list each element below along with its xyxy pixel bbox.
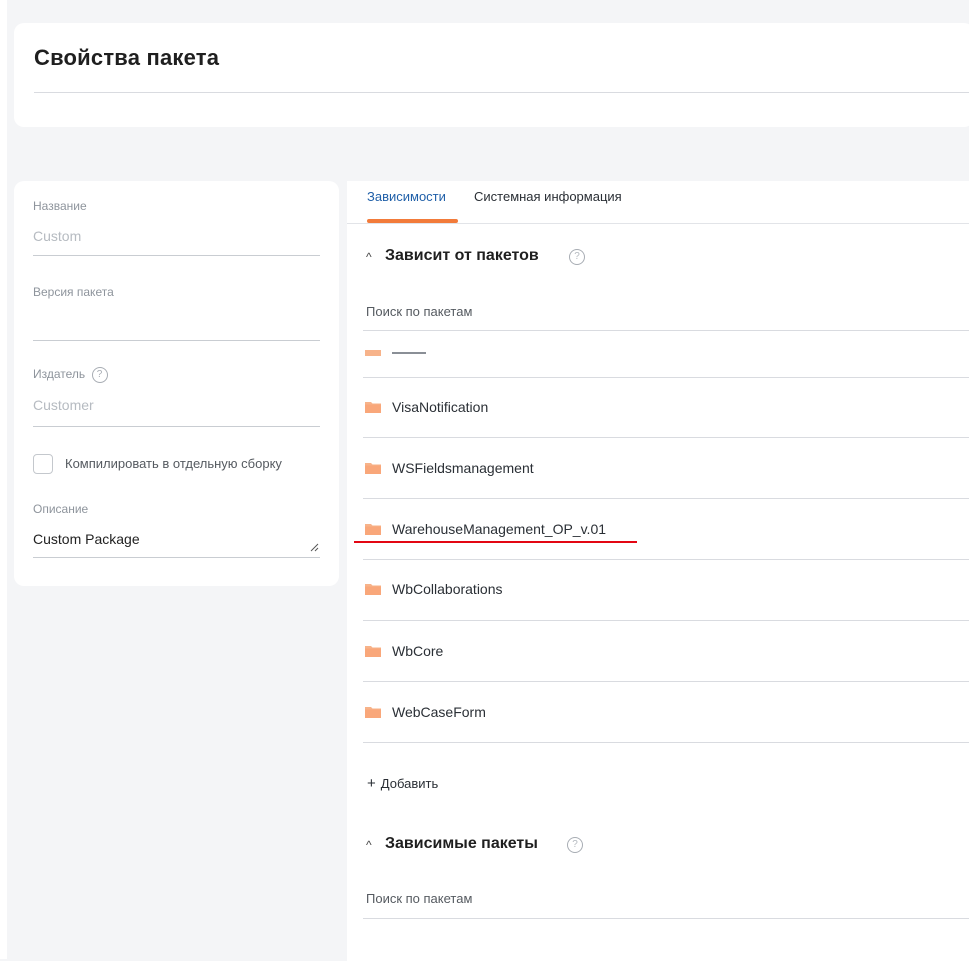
add-package-label: Добавить	[380, 776, 439, 791]
dependents-title: Зависимые пакеты	[385, 835, 538, 852]
tab-system-info[interactable]: Системная информация	[474, 189, 622, 204]
textarea-resize-handle[interactable]	[310, 543, 319, 552]
folder-icon	[365, 646, 381, 657]
highlight-underline	[354, 541, 637, 543]
help-icon[interactable]: ?	[567, 837, 583, 853]
search-underline	[363, 330, 969, 331]
package-row[interactable]: WbCollaborations	[363, 575, 969, 605]
row-divider	[363, 377, 969, 378]
package-name: VisaNotification	[392, 399, 489, 415]
help-icon[interactable]: ?	[91, 367, 108, 383]
clipped-package-name	[392, 352, 426, 354]
row-divider	[363, 498, 969, 499]
compile-checkbox[interactable]	[33, 454, 53, 474]
folder-icon	[365, 524, 381, 535]
package-name: WarehouseManagement_OP_v.01	[392, 521, 607, 537]
plus-icon: +	[367, 775, 376, 792]
help-icon[interactable]: ?	[569, 249, 585, 265]
version-label: Версия пакета	[33, 285, 114, 299]
package-name: WbCore	[392, 643, 444, 659]
folder-icon	[365, 584, 381, 595]
page-title: Свойства пакета	[34, 45, 220, 70]
package-name: WSFieldsmanagement	[392, 460, 534, 476]
folder-icon	[365, 463, 381, 474]
folder-icon	[365, 707, 381, 718]
publisher-label: Издатель	[33, 367, 86, 382]
folder-icon	[365, 402, 381, 413]
publisher-field-underline	[33, 426, 320, 427]
dependents-search-input[interactable]: Поиск по пакетам	[366, 891, 472, 906]
description-underline	[33, 557, 320, 558]
package-name: WebCaseForm	[392, 704, 486, 720]
publisher-label-row: Издатель ?	[33, 367, 108, 383]
package-row[interactable]: WebCaseForm	[363, 698, 969, 728]
tab-dependencies[interactable]: Зависимости	[367, 189, 446, 204]
row-divider	[363, 620, 969, 621]
depends-on-title: Зависит от пакетов	[385, 247, 539, 264]
name-label: Название	[33, 199, 87, 213]
row-divider	[363, 559, 969, 560]
header-card	[14, 23, 969, 127]
search-underline	[363, 918, 969, 919]
collapse-dependents-icon[interactable]: ^	[366, 838, 372, 852]
package-name: WbCollaborations	[392, 581, 503, 597]
row-divider	[363, 681, 969, 682]
add-package-button[interactable]: + Добавить	[367, 775, 438, 792]
row-divider	[363, 742, 969, 743]
left-edge-strip	[0, 0, 7, 959]
row-divider	[363, 437, 969, 438]
header-divider	[34, 92, 969, 93]
version-field-underline	[33, 340, 320, 341]
publisher-field[interactable]: Customer	[33, 397, 94, 413]
package-row[interactable]: WSFieldsmanagement	[363, 454, 969, 484]
description-textarea[interactable]: Custom Package	[33, 531, 140, 547]
collapse-depends-on-icon[interactable]: ^	[366, 250, 372, 264]
folder-icon	[365, 350, 381, 356]
description-label: Описание	[33, 502, 89, 516]
name-field[interactable]: Custom	[33, 228, 81, 244]
depends-on-search-input[interactable]: Поиск по пакетам	[366, 304, 472, 319]
package-row[interactable]: VisaNotification	[363, 393, 969, 423]
package-row[interactable]: WbCore	[363, 637, 969, 667]
tabs-divider	[347, 223, 969, 224]
compile-checkbox-label[interactable]: Компилировать в отдельную сборку	[65, 456, 282, 471]
name-field-underline	[33, 255, 320, 256]
